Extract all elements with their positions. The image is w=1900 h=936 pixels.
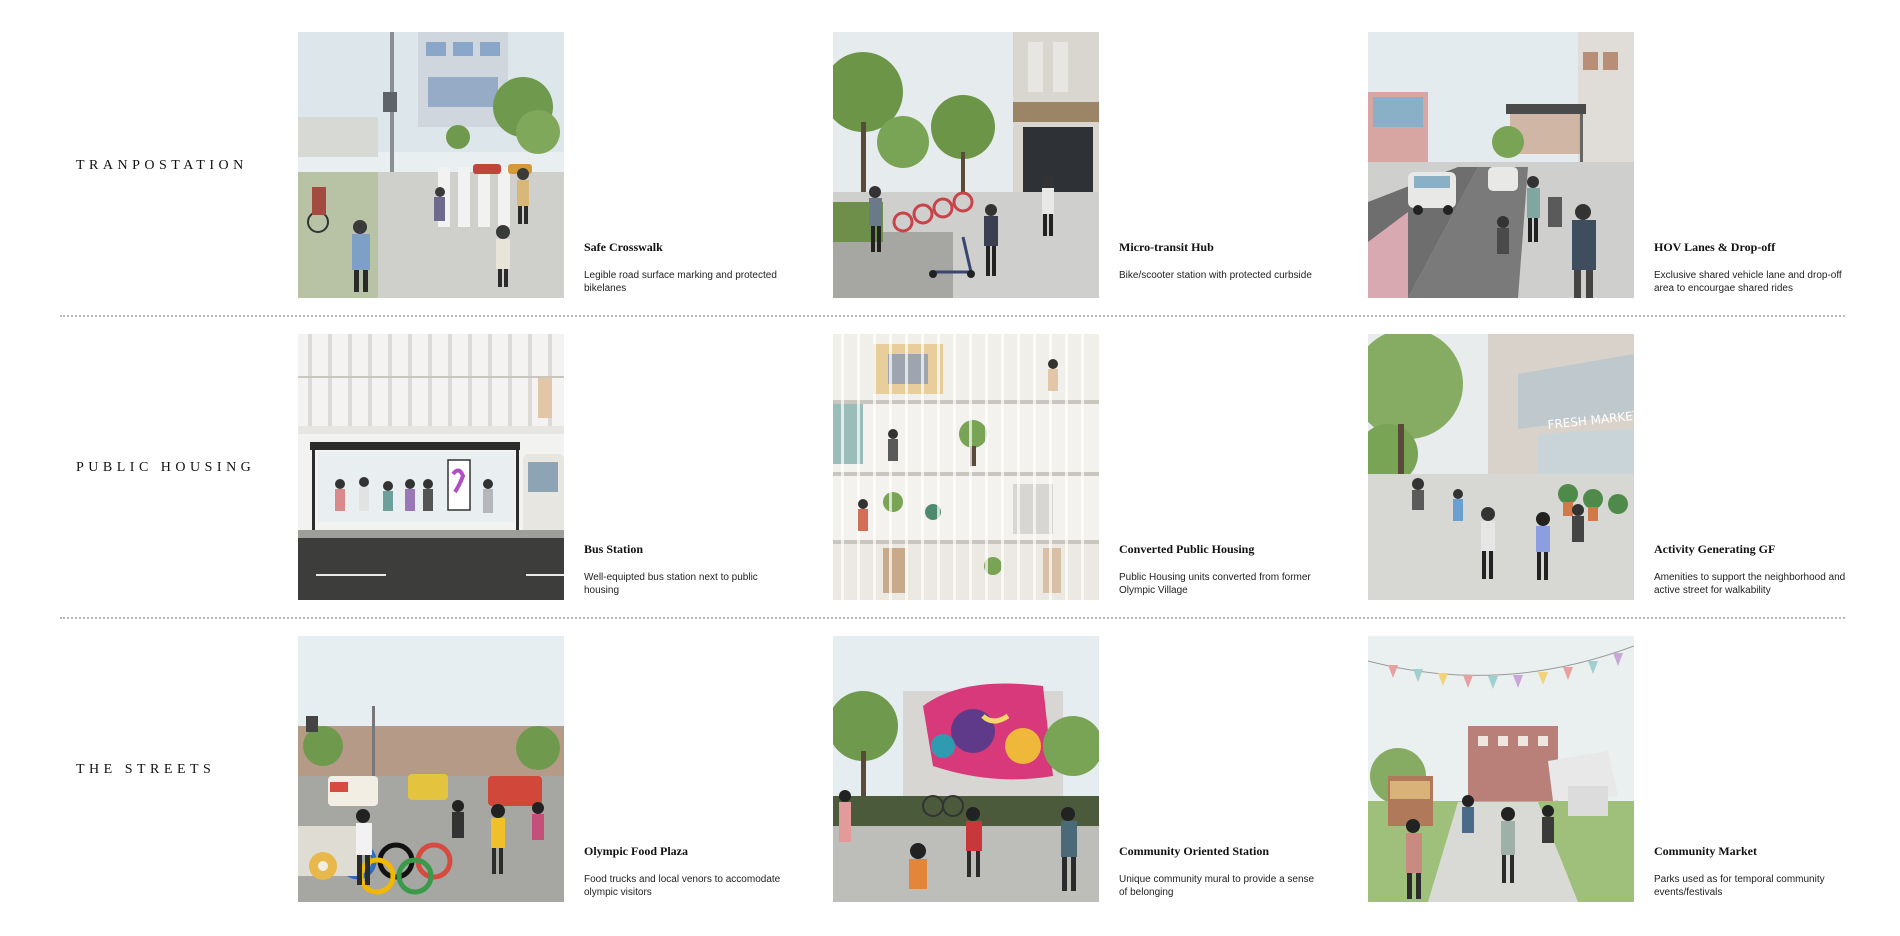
row-the-streets: THE STREETS Olympic Food Plaza Food truc… [0,636,1900,936]
row-label: TRANPOSTATION [76,158,248,173]
community-oriented-station-image [833,636,1099,902]
hov-lanes-image [1368,32,1634,298]
bus-station-image [298,334,564,600]
card-description: Public Housing units converted from form… [1119,572,1311,596]
card-title: HOV Lanes & Drop-off [1654,240,1776,254]
row-label: THE STREETS [76,762,216,777]
card-title: Activity Generating GF [1654,542,1776,556]
card-title: Bus Station [584,542,644,556]
card-description: Amenities to support the neighborhood an… [1654,572,1846,596]
card-description: Unique community mural to provide a sens… [1119,874,1315,898]
row-public-housing: PUBLIC HOUSING Bus Station Well-equipted… [0,334,1900,634]
micro-transit-hub-image [833,32,1099,298]
card-title: Safe Crosswalk [584,240,663,254]
card-title: Community Oriented Station [1119,844,1269,858]
safe-crosswalk-image [298,32,564,298]
converted-public-housing-image [833,334,1099,600]
card-safe-crosswalk[interactable]: Safe Crosswalk Legible road surface mark… [298,32,838,332]
card-micro-transit-hub[interactable]: Micro-transit Hub Bike/scooter station w… [833,32,1373,332]
community-market-image [1368,636,1634,902]
card-title: Converted Public Housing [1119,542,1255,556]
card-description: Exclusive shared vehicle lane and drop-o… [1654,270,1842,294]
card-olympic-food-plaza[interactable]: Olympic Food Plaza Food trucks and local… [298,636,838,936]
card-activity-generating-gf[interactable]: FRESH MARKET Activity Generating GF Amen… [1368,334,1900,634]
card-description: Bike/scooter station with protected curb… [1119,270,1312,281]
olympic-food-plaza-image [298,636,564,902]
card-title: Community Market [1654,844,1757,858]
card-description: Legible road surface marking and protect… [584,270,777,294]
card-description: Well-equipted bus station next to public… [584,572,758,596]
card-converted-public-housing[interactable]: Converted Public Housing Public Housing … [833,334,1373,634]
card-title: Olympic Food Plaza [584,844,688,858]
card-community-market[interactable]: Community Market Parks used as for tempo… [1368,636,1900,936]
row-divider [60,617,1845,619]
row-label: PUBLIC HOUSING [76,460,256,475]
card-bus-station[interactable]: Bus Station Well-equipted bus station ne… [298,334,838,634]
row-divider [60,315,1845,317]
card-community-oriented-station[interactable]: Community Oriented Station Unique commun… [833,636,1373,936]
row-transportation: TRANPOSTATION Safe Crosswalk Legible roa… [0,32,1900,332]
card-description: Food trucks and local venors to accomoda… [584,874,781,898]
card-description: Parks used as for temporal community eve… [1654,874,1825,898]
card-title: Micro-transit Hub [1119,240,1214,254]
activity-generating-gf-image: FRESH MARKET [1368,334,1634,600]
card-hov-lanes[interactable]: HOV Lanes & Drop-off Exclusive shared ve… [1368,32,1900,332]
